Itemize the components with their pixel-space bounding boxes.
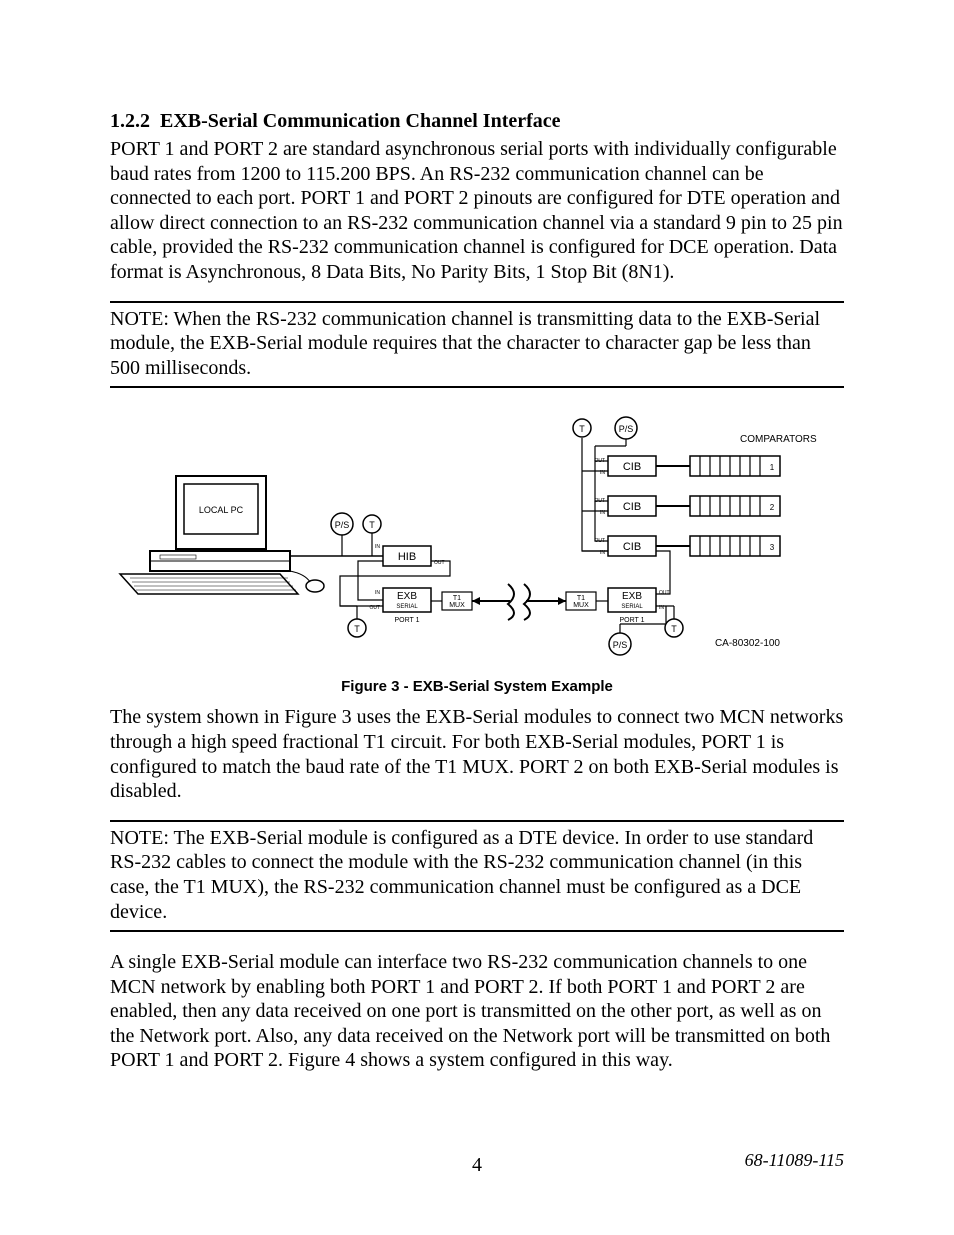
comparator-3: 3 xyxy=(656,536,780,556)
t1mux-right-mux: MUX xyxy=(573,602,589,609)
t-label-left-bottom: T xyxy=(354,624,360,634)
system-diagram-svg: LOCAL PC HIB IN O xyxy=(110,406,844,666)
paragraph-3: A single EXB-Serial module can interface… xyxy=(110,950,844,1073)
page-number: 4 xyxy=(0,1154,954,1177)
comparator-2: 2 xyxy=(656,496,780,516)
svg-text:IN: IN xyxy=(600,510,605,516)
local-pc-label: LOCAL PC xyxy=(199,505,244,515)
exb-right-serial-label: SERIAL xyxy=(621,604,643,610)
exb-right-out: OUT xyxy=(659,590,670,596)
hib-label: HIB xyxy=(398,551,416,563)
t1mux-right-t1: T1 xyxy=(577,595,585,602)
figure-caption: Figure 3 - EXB-Serial System Example xyxy=(110,678,844,695)
cib-1-label: CIB xyxy=(623,461,641,473)
exb-left-label: EXB xyxy=(397,591,417,602)
note-1-text: NOTE: When the RS-232 communication chan… xyxy=(110,307,844,381)
diagram-partno: CA-80302-100 xyxy=(715,638,780,649)
comp-3-index: 3 xyxy=(770,543,775,552)
section-heading: 1.2.2 EXB-Serial Communication Channel I… xyxy=(110,110,844,133)
cib-3: CIB OUT IN xyxy=(594,536,656,556)
figure-3: LOCAL PC HIB IN O xyxy=(110,406,844,695)
note-2-text: NOTE: The EXB-Serial module is configure… xyxy=(110,826,844,924)
svg-text:OUT: OUT xyxy=(594,538,605,544)
ps-label-right-top: P/S xyxy=(619,424,634,434)
ps-label-left: P/S xyxy=(335,520,350,530)
t-label-right-top: T xyxy=(579,424,585,434)
cib-2: CIB OUT IN xyxy=(594,496,656,516)
local-pc-icon: LOCAL PC xyxy=(120,476,324,594)
t-label-left-top: T xyxy=(369,520,375,530)
comparators-label: COMPARATORS xyxy=(740,434,817,445)
svg-text:IN: IN xyxy=(600,470,605,476)
exb-left-port1: PORT 1 xyxy=(394,617,419,624)
note-box-2: NOTE: The EXB-Serial module is configure… xyxy=(110,820,844,932)
exb-left-in: IN xyxy=(375,590,380,596)
comparator-1: 1 xyxy=(656,456,780,476)
exb-right-port1: PORT 1 xyxy=(619,617,644,624)
svg-text:OUT: OUT xyxy=(594,498,605,504)
t1mux-left-mux: MUX xyxy=(449,602,465,609)
svg-text:OUT: OUT xyxy=(594,458,605,464)
comp-1-index: 1 xyxy=(770,463,775,472)
exb-left-serial-label: SERIAL xyxy=(396,604,418,610)
cib-1: CIB OUT IN xyxy=(594,456,656,476)
heading-number: 1.2.2 xyxy=(110,110,150,132)
paragraph-2: The system shown in Figure 3 uses the EX… xyxy=(110,705,844,803)
t-label-right-bottom: T xyxy=(671,624,677,634)
cib-3-label: CIB xyxy=(623,541,641,553)
heading-text: EXB-Serial Communication Channel Interfa… xyxy=(160,110,561,132)
page: 1.2.2 EXB-Serial Communication Channel I… xyxy=(0,0,954,1235)
hib-in-label: IN xyxy=(375,544,380,550)
exb-right-label: EXB xyxy=(622,591,642,602)
ps-label-right-bottom: P/S xyxy=(613,640,628,650)
cib-2-label: CIB xyxy=(623,501,641,513)
svg-text:IN: IN xyxy=(600,550,605,556)
note-box-1: NOTE: When the RS-232 communication chan… xyxy=(110,301,844,389)
t1mux-left-t1: T1 xyxy=(453,595,461,602)
comp-2-index: 2 xyxy=(770,503,775,512)
paragraph-1: PORT 1 and PORT 2 are standard asynchron… xyxy=(110,137,844,285)
